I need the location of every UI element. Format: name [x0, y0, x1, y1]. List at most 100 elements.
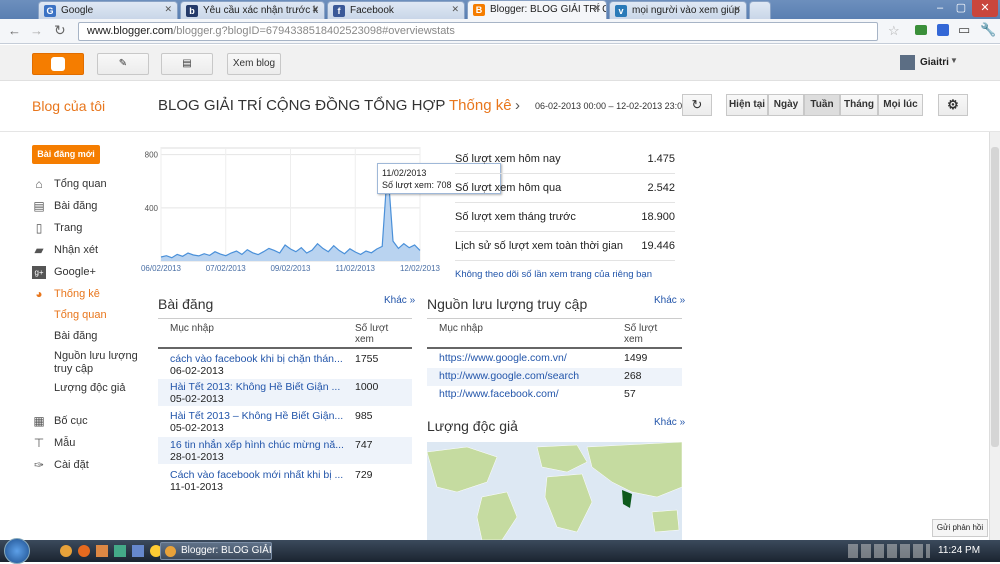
tab-facebook[interactable]: f Facebook ✕	[327, 1, 465, 19]
track-own-views-link[interactable]: Không theo dõi số lần xem trang của riên…	[455, 269, 652, 280]
table-row[interactable]: 16 tin nhắn xếp hình chúc mừng nă... 28-0…	[158, 437, 412, 464]
new-post-pencil-button[interactable]: ✎	[97, 53, 149, 75]
back-icon[interactable]: ←	[8, 23, 21, 38]
avatar[interactable]	[900, 55, 915, 70]
stats-sub-traffic[interactable]: Nguồn lưu lượng truy cập	[54, 350, 149, 376]
new-post-button[interactable]: Bài đăng mới	[32, 145, 100, 164]
wrench-icon[interactable]: 🔧	[980, 22, 996, 38]
layout-icon: ▦	[33, 414, 45, 428]
range-month-button[interactable]: Tháng	[840, 94, 878, 116]
scrollbar[interactable]	[989, 132, 1000, 540]
page-title: Thống kê	[449, 97, 512, 114]
y-tick-label: 800	[145, 151, 159, 160]
forum-favicon-icon: v	[615, 5, 627, 17]
y-tick-label: 400	[145, 204, 159, 213]
table-row[interactable]: http://www.google.com/search 268	[427, 368, 682, 386]
page-header: Blog của tôi BLOG GIẢI TRÍ CỘNG ĐỒNG TỔN…	[0, 82, 1000, 132]
table-row[interactable]: Hài Tết 2013 – Không Hề Biết Giận... 05-0…	[158, 408, 412, 435]
traffic-more-link[interactable]: Khác »	[654, 295, 685, 306]
x-tick-label: 06/02/2013	[141, 264, 182, 273]
google-plus-icon: g+	[32, 266, 46, 279]
tab-google[interactable]: G Google ✕	[38, 1, 178, 19]
app-icon[interactable]	[132, 545, 144, 557]
home-icon: ⌂	[35, 177, 43, 191]
windows-taskbar: Blogger: BLOG GIẢI ... 11:24 PM	[0, 538, 1000, 564]
close-icon[interactable]: ✕	[733, 4, 741, 15]
traffic-col-views: Số lượt xem	[624, 323, 658, 345]
chrome-icon	[165, 546, 176, 557]
clock[interactable]: 11:24 PM	[938, 545, 980, 556]
refresh-icon: ↻	[691, 97, 703, 112]
table-row[interactable]: cách vào facebook khi bị chặn thán... 06-…	[158, 351, 412, 378]
template-icon: ⊤	[33, 436, 45, 450]
stats-sub-posts[interactable]: Bài đăng	[54, 330, 97, 342]
traffic-header-divider	[427, 347, 682, 349]
minimize-icon[interactable]: –	[930, 0, 950, 17]
blogger-home-button[interactable]	[32, 53, 84, 75]
x-tick-label: 12/02/2013	[400, 264, 441, 273]
blogger-logo-icon	[51, 57, 65, 71]
my-blogs-link[interactable]: Blog của tôi	[32, 98, 105, 114]
stat-today: Số lượt xem hôm nay 1.475	[455, 145, 675, 174]
settings-icon: ✑	[33, 458, 45, 472]
close-icon[interactable]: ✕	[593, 3, 601, 14]
tab-forum[interactable]: v mọi người vào xem giúp ✕	[609, 1, 747, 19]
forward-icon[interactable]: →	[30, 23, 43, 38]
tab-confirm[interactable]: b Yêu cầu xác nhận trước k ✕	[180, 1, 325, 19]
range-all-button[interactable]: Mọi lúc	[878, 94, 923, 116]
audience-more-link[interactable]: Khác »	[654, 417, 685, 428]
settings-button[interactable]: ⚙	[938, 94, 968, 116]
chrome-icon[interactable]	[60, 545, 72, 557]
stats-sub-audience[interactable]: Lượng độc giả	[54, 382, 125, 394]
extension-icon[interactable]	[937, 24, 949, 36]
browser-toolbar: ← → ↻ www.blogger.com/blogger.g?blogID=6…	[0, 19, 1000, 44]
x-tick-label: 07/02/2013	[206, 264, 247, 273]
traffic-title: Nguồn lưu lượng truy cập	[427, 296, 588, 312]
breadcrumb-chevron-icon: ›	[515, 97, 520, 114]
feedback-button[interactable]: Gửi phản hồi	[932, 519, 988, 537]
user-name[interactable]: Giaitri	[920, 57, 949, 68]
table-row[interactable]: http://www.facebook.com/57	[427, 386, 682, 404]
range-day-button[interactable]: Ngày	[768, 94, 804, 116]
page-menu-icon[interactable]: ▭	[958, 22, 970, 38]
app-icon[interactable]	[96, 545, 108, 557]
site-favicon-icon: b	[186, 5, 198, 17]
firefox-icon[interactable]	[78, 545, 90, 557]
stat-yesterday: Số lượt xem hôm qua 2.542	[455, 174, 675, 203]
comment-icon: ▰	[34, 243, 44, 257]
close-icon[interactable]: ✕	[311, 4, 319, 15]
stats-sub-overview[interactable]: Tổng quan	[54, 309, 107, 321]
refresh-button[interactable]: ↻	[682, 94, 712, 116]
view-blog-button[interactable]: Xem blog	[227, 53, 281, 75]
blog-title[interactable]: BLOG GIẢI TRÍ CỘNG ĐỒNG TỔNG HỢP	[158, 97, 445, 114]
close-icon[interactable]: ✕	[164, 4, 172, 15]
start-button[interactable]	[4, 538, 30, 564]
extension-icon[interactable]	[915, 25, 927, 35]
world-map-icon	[427, 442, 682, 540]
new-tab-button[interactable]	[749, 1, 771, 19]
system-tray-icons[interactable]	[848, 544, 930, 558]
maximize-icon[interactable]: ▢	[951, 0, 971, 17]
tab-blogger[interactable]: B Blogger: BLOG GIẢI TRÍ C ✕	[467, 0, 607, 19]
bookmark-star-icon[interactable]: ☆	[888, 23, 900, 39]
stat-all-time: Lịch sử số lượt xem toàn thời gian 19.446	[455, 232, 675, 261]
table-row[interactable]: https://www.google.com.vn/1499	[427, 350, 682, 368]
posts-more-link[interactable]: Khác »	[384, 295, 415, 306]
address-bar[interactable]: www.blogger.com/blogger.g?blogID=6794338…	[78, 22, 878, 41]
posts-list-button[interactable]: ▤	[161, 53, 213, 75]
close-window-icon[interactable]: ✕	[972, 0, 998, 17]
taskbar-window-button[interactable]: Blogger: BLOG GIẢI ...	[160, 542, 272, 560]
table-row[interactable]: Cách vào facebook mới nhất khi bị ... 11-…	[158, 467, 412, 494]
app-icon[interactable]	[114, 545, 126, 557]
table-row[interactable]: Hài Tết 2013: Không Hề Biết Giận ... 05-0…	[158, 379, 412, 406]
chevron-down-icon[interactable]: ▼	[950, 56, 958, 65]
traffic-table-divider	[427, 318, 682, 319]
close-icon[interactable]: ✕	[451, 4, 459, 15]
range-week-button[interactable]: Tuần	[804, 94, 840, 116]
posts-col-views: Số lượt xem	[355, 323, 389, 345]
range-now-button[interactable]: Hiện tại	[726, 94, 768, 116]
audience-world-map[interactable]	[427, 442, 682, 540]
reload-icon[interactable]: ↻	[54, 22, 66, 39]
scrollbar-thumb[interactable]	[991, 147, 999, 447]
posts-col-entry: Mục nhập	[170, 323, 214, 334]
